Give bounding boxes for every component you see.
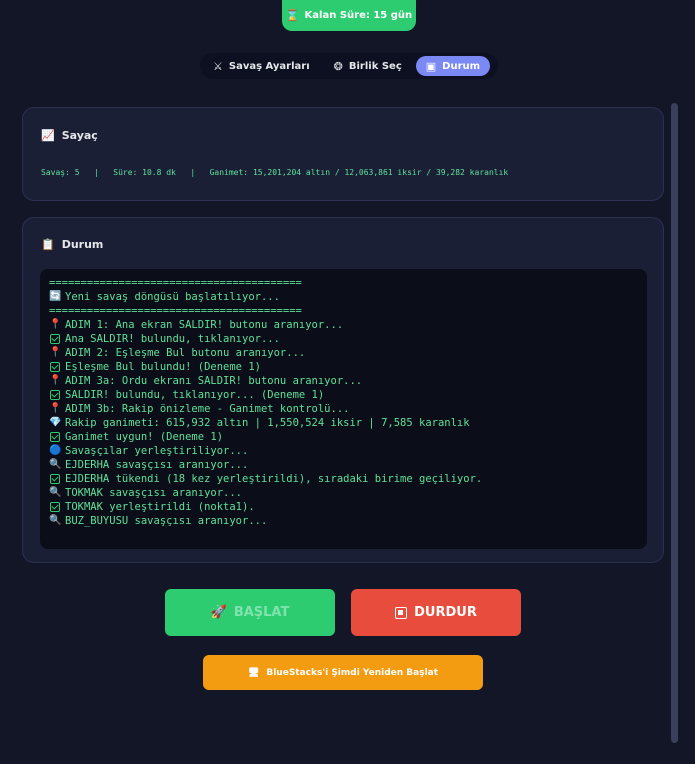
log-line: 💎 Rakip ganimeti: 615,932 altın | 1,550,5… (49, 416, 638, 430)
log-line: Ana SALDIR! bulundu, tıklanıyor... (49, 332, 638, 346)
gem-icon: 💎 (49, 417, 62, 428)
log-line: Eşleşme Bul bulundu! (Deneme 1) (49, 360, 638, 374)
log-text: BUZ_BUYUSU savaşçısı aranıyor... (65, 515, 268, 527)
rocket-icon: 🚀 (210, 605, 227, 620)
counter-stats: Savaş: 5 | Süre: 10.8 dk | Ganimet: 15,2… (41, 168, 509, 177)
log-line: 🔵 Savaşçılar yerleştiriliyor... (49, 444, 638, 458)
stop-icon (395, 606, 408, 619)
status-log[interactable]: ========================================… (40, 269, 647, 549)
check-icon (50, 362, 60, 372)
restart-label: BlueStacks'i Şimdi Yeniden Başlat (266, 667, 439, 678)
pin-icon: 📍 (49, 347, 62, 358)
log-text: Savaşçılar yerleştiriliyor... (65, 445, 249, 457)
status-card: 📋 Durum ================================… (22, 217, 664, 563)
restart-icon: 🖥 (247, 667, 260, 678)
remaining-time-label: Kalan Süre: 15 gün (304, 10, 413, 21)
dot-icon: 🔵 (49, 445, 62, 456)
pin-icon: 📍 (49, 319, 62, 330)
log-text: TOKMAK savaşçısı aranıyor... (65, 487, 243, 499)
search-icon: 🔍 (49, 459, 62, 470)
log-line: SALDIR! bulundu, tıklanıyor... (Deneme 1… (49, 388, 638, 402)
refresh-icon: 🔄 (49, 291, 62, 302)
status-card-title: 📋 Durum (41, 238, 103, 251)
check-icon (50, 390, 60, 400)
battle-duration: Süre: 10.8 dk (113, 168, 176, 177)
stop-label: DURDUR (414, 605, 477, 620)
log-line: 📍 ADIM 3a: Ordu ekranı SALDIR! butonu ara… (49, 374, 638, 388)
log-text: Eşleşme Bul bulundu! (Deneme 1) (65, 361, 261, 373)
log-line: ======================================== (49, 276, 638, 290)
log-line: 📍 ADIM 3b: Rakip önizleme - Ganimet kontr… (49, 402, 638, 416)
unit-icon: ❂ (333, 59, 343, 73)
check-icon (50, 502, 60, 512)
chart-icon: 📈 (41, 129, 55, 142)
log-line: EJDERHA tükendi (18 kez yerleştirildi), … (49, 472, 638, 486)
tab-battle-settings[interactable]: ⚔ Savaş Ayarları (203, 56, 320, 76)
pin-icon: 📍 (49, 375, 62, 386)
log-line: 🔍 TOKMAK savaşçısı aranıyor... (49, 486, 638, 500)
log-line: Ganimet uygun! (Deneme 1) (49, 430, 638, 444)
search-icon: 🔍 (49, 515, 62, 526)
log-line: ======================================== (49, 304, 638, 318)
tab-bar: ⚔ Savaş Ayarları ❂ Birlik Seç ▣ Durum (200, 53, 498, 79)
log-line: 📍 ADIM 1: Ana ekran SALDIR! butonu aranıy… (49, 318, 638, 332)
restart-bluestacks-button[interactable]: 🖥 BlueStacks'i Şimdi Yeniden Başlat (203, 655, 483, 690)
log-line: TOKMAK yerleştirildi (nokta1). (49, 500, 638, 514)
tab-label: Savaş Ayarları (228, 60, 310, 72)
status-title-label: Durum (61, 238, 104, 251)
status-icon: ▣ (425, 59, 437, 73)
log-text: EJDERHA tükendi (18 kez yerleştirildi), … (65, 473, 483, 485)
hourglass-icon: ⌛ (285, 9, 300, 22)
check-icon (50, 334, 60, 344)
check-icon (50, 432, 60, 442)
pin-icon: 📍 (49, 403, 62, 414)
start-label: BAŞLAT (233, 605, 290, 620)
battle-count: Savaş: 5 (41, 168, 80, 177)
page-scrollbar[interactable] (671, 103, 678, 743)
check-icon (50, 474, 60, 484)
log-text: ======================================== (49, 305, 302, 317)
remaining-time-badge: ⌛ Kalan Süre: 15 gün (282, 0, 416, 31)
stop-button[interactable]: DURDUR (351, 589, 521, 636)
log-text: Ana SALDIR! bulundu, tıklanıyor... (65, 333, 280, 345)
log-text: SALDIR! bulundu, tıklanıyor... (Deneme 1… (65, 389, 325, 401)
swords-icon: ⚔ (213, 59, 223, 73)
log-text: EJDERHA savaşçısı aranıyor... (65, 459, 249, 471)
counter-card: 📈 Sayaç Savaş: 5 | Süre: 10.8 dk | Ganim… (22, 107, 664, 201)
counter-title-label: Sayaç (61, 129, 98, 142)
start-button[interactable]: 🚀 BAŞLAT (165, 589, 335, 636)
log-text: TOKMAK yerleştirildi (nokta1). (65, 501, 255, 513)
tab-select-unit[interactable]: ❂ Birlik Seç (324, 56, 412, 76)
log-text: Rakip ganimeti: 615,932 altın | 1,550,52… (65, 417, 470, 429)
log-text: ADIM 3a: Ordu ekranı SALDIR! butonu aran… (65, 375, 363, 387)
counter-card-title: 📈 Sayaç (41, 129, 98, 142)
log-text: ADIM 2: Eşleşme Bul butonu aranıyor... (65, 347, 306, 359)
tab-status[interactable]: ▣ Durum (415, 56, 491, 76)
tab-label: Durum (442, 60, 481, 72)
log-text: ADIM 1: Ana ekran SALDIR! butonu aranıyo… (65, 319, 344, 331)
tab-label: Birlik Seç (348, 60, 402, 72)
log-text: ======================================== (49, 277, 302, 289)
log-line: 🔍 BUZ_BUYUSU savaşçısı aranıyor... (49, 514, 638, 528)
clipboard-icon: 📋 (41, 238, 55, 251)
log-line: 🔍 EJDERHA savaşçısı aranıyor... (49, 458, 638, 472)
search-icon: 🔍 (49, 487, 62, 498)
log-text: ADIM 3b: Rakip önizleme - Ganimet kontro… (65, 403, 350, 415)
log-line: 📍 ADIM 2: Eşleşme Bul butonu aranıyor... (49, 346, 638, 360)
log-text: Yeni savaş döngüsü başlatılıyor... (65, 291, 280, 303)
log-line: 🔄 Yeni savaş döngüsü başlatılıyor... (49, 290, 638, 304)
loot-total: Ganimet: 15,201,204 altın / 12,063,861 i… (209, 168, 509, 177)
log-text: Ganimet uygun! (Deneme 1) (65, 431, 224, 443)
